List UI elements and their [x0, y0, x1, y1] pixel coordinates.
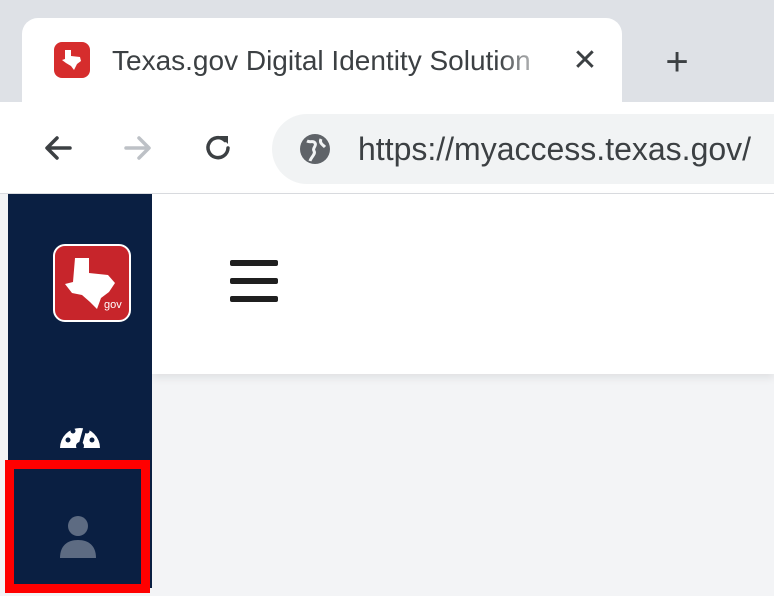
browser-tab-strip: Texas.gov Digital Identity Solution ✕ + — [0, 0, 774, 102]
dashboard-gauge-icon[interactable] — [56, 414, 104, 454]
logo-gov-text: gov — [104, 299, 122, 311]
forward-arrow-icon[interactable] — [114, 124, 162, 172]
back-arrow-icon[interactable] — [34, 124, 82, 172]
hamburger-menu-icon[interactable] — [230, 260, 280, 304]
page-header — [152, 194, 774, 374]
texas-gov-logo[interactable]: gov — [53, 244, 131, 322]
texas-gov-favicon-icon — [54, 42, 90, 78]
sidebar-item-profile[interactable] — [8, 462, 152, 588]
globe-icon — [300, 134, 330, 164]
page-content: gov — [0, 194, 774, 596]
browser-toolbar: https://myaccess.texas.gov/ — [0, 102, 774, 194]
address-bar[interactable]: https://myaccess.texas.gov/ — [272, 114, 774, 184]
browser-tab[interactable]: Texas.gov Digital Identity Solution ✕ — [22, 18, 622, 102]
url-text: https://myaccess.texas.gov/ — [358, 131, 752, 167]
new-tab-button[interactable]: + — [655, 40, 699, 84]
reload-icon[interactable] — [194, 124, 242, 172]
sidebar: gov — [8, 194, 152, 588]
tab-title: Texas.gov Digital Identity Solution — [112, 45, 531, 76]
user-profile-icon — [60, 516, 96, 558]
tab-close-icon[interactable]: ✕ — [567, 43, 603, 79]
